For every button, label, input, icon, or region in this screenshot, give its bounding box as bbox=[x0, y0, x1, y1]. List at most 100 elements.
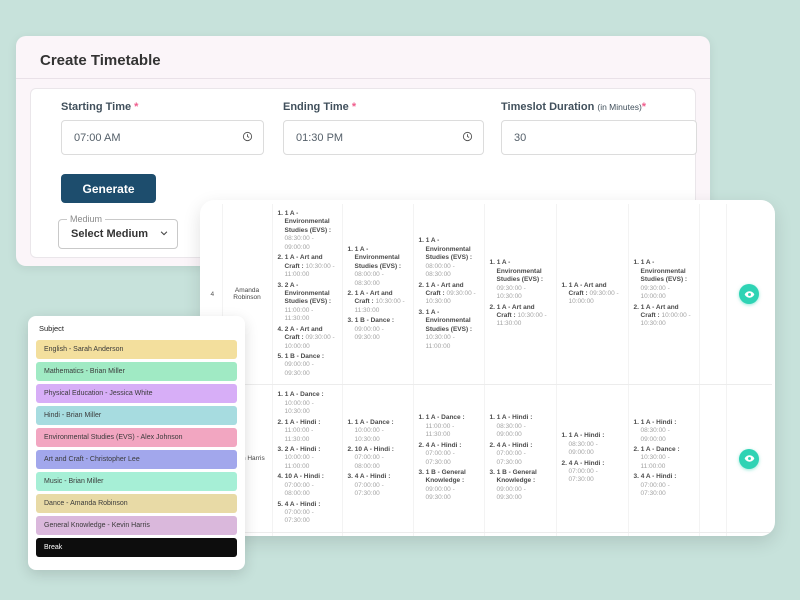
required-asterisk: * bbox=[134, 101, 138, 113]
ending-time-field: Ending Time * bbox=[283, 101, 484, 155]
schedule-entry: 3. 4 A - Hindi : 07:00:00 - 07:30:00 bbox=[634, 473, 694, 498]
day-cell: 1. 1 A - Dance : 10:00:00 - 10:30:002. 1… bbox=[272, 385, 342, 533]
day-cell: 1. 1 A - Dance : 10:00:00 - 10:30:002. 1… bbox=[342, 385, 413, 533]
subject-legend-card: Subject English - Sarah Anderson Mathemat… bbox=[28, 316, 245, 570]
day-cell: 1. 1 A - Physical Education : 08:30:00 -… bbox=[484, 532, 556, 536]
view-timetable-button[interactable] bbox=[739, 449, 759, 469]
schedule-entry: 1. 1 A - Environmental Studies (EVS) : 0… bbox=[348, 246, 408, 288]
ending-time-label: Ending Time * bbox=[283, 101, 484, 113]
required-asterisk: * bbox=[352, 101, 356, 113]
timeslot-duration-label: Timeslot Duration (in Minutes)* bbox=[501, 101, 697, 113]
schedule-entry: 3. 1 A - Environmental Studies (EVS) : 1… bbox=[419, 309, 479, 351]
schedule-entry: 3. 1 B - General Knowledge : 09:00:00 - … bbox=[419, 469, 479, 503]
actions-cell bbox=[726, 532, 772, 536]
schedule-entry: 3. 1 B - Dance : 09:00:00 - 09:30:00 bbox=[348, 317, 408, 342]
legend-item: Break bbox=[36, 538, 237, 557]
day-cell bbox=[699, 532, 726, 536]
day-cell: 1. 1 A - Environmental Studies (EVS) : 0… bbox=[272, 204, 342, 385]
schedule-entry: 2. 1 A - Art and Craft : 10:30:00 - 11:0… bbox=[278, 254, 337, 279]
legend-item: General Knowledge - Kevin Harris bbox=[36, 516, 237, 535]
legend-title: Subject bbox=[39, 324, 237, 333]
legend-item: Art and Craft - Christopher Lee bbox=[36, 450, 237, 469]
schedule-entry: 1. 1 A - Environmental Studies (EVS) : 0… bbox=[278, 210, 337, 252]
schedule-entry: 1. 1 A - Hindi : 08:30:00 - 09:00:00 bbox=[490, 414, 551, 439]
teacher-row: 5Kevin Harris1. 1 A - Dance : 10:00:00 -… bbox=[203, 385, 772, 533]
timeslot-duration-label-suffix: (in Minutes) bbox=[597, 102, 641, 112]
schedule-entry: 2. 1 A - Dance : 10:30:00 - 11:00:00 bbox=[634, 446, 694, 471]
schedule-entry: 3. 4 A - Hindi : 07:00:00 - 07:30:00 bbox=[348, 473, 408, 498]
timeslot-duration-field: Timeslot Duration (in Minutes)* bbox=[501, 101, 697, 155]
day-cell: 1. 1 A - Hindi : 08:30:00 - 09:00:002. 1… bbox=[628, 385, 699, 533]
schedule-entry: 5. 1 B - Dance : 09:00:00 - 09:30:00 bbox=[278, 353, 337, 378]
legend-item: Environmental Studies (EVS) - Alex Johns… bbox=[36, 428, 237, 447]
starting-time-label: Starting Time * bbox=[61, 101, 264, 113]
day-cell: 1. 1 A - Physical Education : 08:00:00 -… bbox=[628, 532, 699, 536]
legend-item: Mathematics - Brian Miller bbox=[36, 362, 237, 381]
medium-select-value: Select Medium bbox=[71, 228, 159, 240]
header-divider bbox=[16, 78, 710, 79]
schedule-entry: 3. 1 B - General Knowledge : 09:00:00 - … bbox=[490, 469, 551, 503]
eye-icon bbox=[744, 289, 755, 300]
schedule-entry: 3. 2 A - Hindi : 10:00:00 - 11:00:00 bbox=[278, 446, 337, 471]
schedule-entry: 1. 1 A - Art and Craft : 09:30:00 - 10:0… bbox=[562, 282, 623, 307]
day-cell: 1. 1 A - Physical Education : 08:00:00 -… bbox=[556, 532, 628, 536]
timeslot-duration-input[interactable] bbox=[501, 120, 697, 155]
actions-cell bbox=[726, 204, 772, 385]
day-cell bbox=[699, 204, 726, 385]
schedule-entry: 4. 10 A - Hindi : 07:00:00 - 08:00:00 bbox=[278, 473, 337, 498]
eye-icon bbox=[744, 453, 755, 464]
timetable-card: 4Amanda Robinson1. 1 A - Environmental S… bbox=[200, 200, 775, 536]
starting-time-value[interactable] bbox=[74, 132, 242, 144]
legend-items: English - Sarah Anderson Mathematics - Br… bbox=[36, 340, 237, 557]
legend-item: Physical Education - Jessica White bbox=[36, 384, 237, 403]
medium-select-label: Medium bbox=[67, 214, 105, 224]
schedule-entry: 3. 2 A - Environmental Studies (EVS) : 1… bbox=[278, 282, 337, 324]
ending-time-value[interactable] bbox=[296, 132, 462, 144]
day-cell: 1. 1 A - Environmental Studies (EVS) : 0… bbox=[413, 204, 484, 385]
medium-select[interactable]: Medium Select Medium bbox=[58, 219, 178, 249]
schedule-entry: 2. 1 A - Art and Craft : 10:30:00 - 11:3… bbox=[348, 290, 408, 315]
schedule-entry: 2. 4 A - Hindi : 07:00:00 - 07:30:00 bbox=[562, 460, 623, 485]
ending-time-input[interactable] bbox=[283, 120, 484, 155]
clock-icon[interactable] bbox=[242, 129, 253, 147]
schedule-entry: 2. 4 A - Hindi : 07:00:00 - 07:30:00 bbox=[490, 442, 551, 467]
day-cell: 1. 1 A - Environmental Studies (EVS) : 0… bbox=[484, 204, 556, 385]
schedule-entry: 2. 1 A - Art and Craft : 09:30:00 - 10:3… bbox=[419, 282, 479, 307]
day-cell: 1. 1 A - Hindi : 08:30:00 - 09:00:00 2. 4… bbox=[556, 385, 628, 533]
chevron-down-icon[interactable] bbox=[159, 225, 169, 243]
legend-item: Hindi - Brian Miller bbox=[36, 406, 237, 425]
schedule-entry: 1. 1 A - Dance : 10:00:00 - 10:30:00 bbox=[278, 391, 337, 416]
schedule-entry: 1. 1 A - Hindi : 08:30:00 - 09:00:00 bbox=[562, 432, 623, 457]
schedule-entry: 4. 2 A - Art and Craft : 09:30:00 - 10:0… bbox=[278, 326, 337, 351]
schedule-entry: 1. 1 A - Dance : 11:00:00 - 11:30:00 bbox=[419, 414, 479, 439]
day-cell: 1. 1 A - Dance : 11:00:00 - 11:30:00 2. 4… bbox=[413, 385, 484, 533]
schedule-entry: 2. 1 A - Art and Craft : 10:00:00 - 10:3… bbox=[634, 304, 694, 329]
page-title: Create Timetable bbox=[40, 52, 161, 69]
actions-cell bbox=[726, 385, 772, 533]
schedule-entry: 1. 1 A - Environmental Studies (EVS) : 0… bbox=[634, 259, 694, 301]
schedule-entry: 2. 10 A - Hindi : 07:00:00 - 08:00:00 bbox=[348, 446, 408, 471]
schedule-entry: 1. 1 A - Environmental Studies (EVS) : 0… bbox=[419, 237, 479, 279]
schedule-entry: 5. 4 A - Hindi : 07:00:00 - 07:30:00 bbox=[278, 501, 337, 526]
timeslot-duration-value[interactable] bbox=[514, 132, 686, 144]
day-cell: 1. 1 A - Hindi : 08:30:00 - 09:00:00 2. 4… bbox=[484, 385, 556, 533]
legend-item: Dance - Amanda Robinson bbox=[36, 494, 237, 513]
day-cell: 1. 1 A - Physical Education : 07:30:00 -… bbox=[413, 532, 484, 536]
day-cell: 1. 1 A - Environmental Studies (EVS) : 0… bbox=[628, 204, 699, 385]
teacher-row: 6Jessica White1. 1 A - Physical Educatio… bbox=[203, 532, 772, 536]
day-cell: 1. 1 A - Environmental Studies (EVS) : 0… bbox=[342, 204, 413, 385]
view-timetable-button[interactable] bbox=[739, 284, 759, 304]
schedule-entry: 2. 4 A - Hindi : 07:00:00 - 07:30:00 bbox=[419, 442, 479, 467]
timetable-body: 4Amanda Robinson1. 1 A - Environmental S… bbox=[203, 204, 772, 536]
starting-time-input[interactable] bbox=[61, 120, 264, 155]
day-cell: 1. 3 A - Physical Education : 07:00:00 -… bbox=[342, 532, 413, 536]
schedule-entry: 2. 1 A - Art and Craft : 10:30:00 - 11:3… bbox=[490, 304, 551, 329]
schedule-entry: 1. 1 A - Hindi : 08:30:00 - 09:00:00 bbox=[634, 419, 694, 444]
legend-item: English - Sarah Anderson bbox=[36, 340, 237, 359]
required-asterisk: * bbox=[642, 101, 646, 113]
clock-icon[interactable] bbox=[462, 129, 473, 147]
starting-time-field: Starting Time * bbox=[61, 101, 264, 155]
legend-item: Music - Brian Miller bbox=[36, 472, 237, 491]
generate-button[interactable]: Generate bbox=[61, 174, 156, 203]
teacher-row: 4Amanda Robinson1. 1 A - Environmental S… bbox=[203, 204, 772, 385]
